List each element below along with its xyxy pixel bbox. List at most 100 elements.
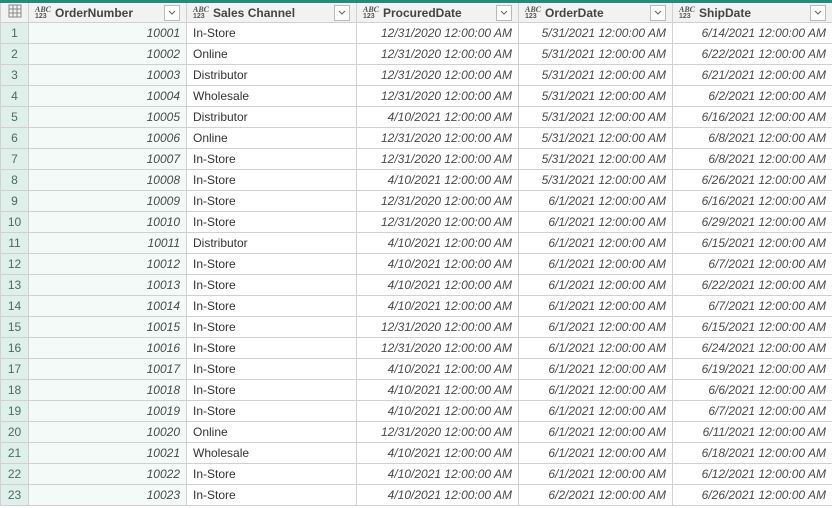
cell-shipdate[interactable]: 6/14/2021 12:00:00 AM <box>673 23 832 44</box>
cell-saleschannel[interactable]: In-Store <box>187 23 357 44</box>
table-row[interactable]: 1710017In-Store4/10/2021 12:00:00 AM6/1/… <box>1 359 832 380</box>
cell-saleschannel[interactable]: In-Store <box>187 149 357 170</box>
row-number[interactable]: 9 <box>1 191 29 212</box>
table-row[interactable]: 1310013In-Store4/10/2021 12:00:00 AM6/1/… <box>1 275 832 296</box>
cell-saleschannel[interactable]: Wholesale <box>187 86 357 107</box>
table-row[interactable]: 1110011Distributor4/10/2021 12:00:00 AM6… <box>1 233 832 254</box>
column-header-saleschannel[interactable]: ABC123 Sales Channel <box>187 2 357 23</box>
column-header-shipdate[interactable]: ABC123 ShipDate <box>673 2 832 23</box>
cell-ordernumber[interactable]: 10013 <box>29 275 187 296</box>
cell-orderdate[interactable]: 6/1/2021 12:00:00 AM <box>519 275 673 296</box>
filter-button[interactable] <box>810 5 826 21</box>
data-grid[interactable]: ABC123 OrderNumber ABC123 Sales Channel <box>0 0 832 506</box>
cell-saleschannel[interactable]: In-Store <box>187 359 357 380</box>
cell-orderdate[interactable]: 6/1/2021 12:00:00 AM <box>519 191 673 212</box>
row-number[interactable]: 13 <box>1 275 29 296</box>
cell-saleschannel[interactable]: In-Store <box>187 254 357 275</box>
cell-shipdate[interactable]: 6/26/2021 12:00:00 AM <box>673 170 832 191</box>
cell-orderdate[interactable]: 5/31/2021 12:00:00 AM <box>519 44 673 65</box>
cell-shipdate[interactable]: 6/11/2021 12:00:00 AM <box>673 422 832 443</box>
cell-procureddate[interactable]: 4/10/2021 12:00:00 AM <box>357 275 519 296</box>
cell-saleschannel[interactable]: Distributor <box>187 107 357 128</box>
cell-saleschannel[interactable]: In-Store <box>187 296 357 317</box>
cell-orderdate[interactable]: 5/31/2021 12:00:00 AM <box>519 128 673 149</box>
cell-saleschannel[interactable]: Wholesale <box>187 443 357 464</box>
cell-orderdate[interactable]: 6/1/2021 12:00:00 AM <box>519 233 673 254</box>
cell-shipdate[interactable]: 6/26/2021 12:00:00 AM <box>673 485 832 506</box>
cell-orderdate[interactable]: 6/1/2021 12:00:00 AM <box>519 422 673 443</box>
cell-orderdate[interactable]: 6/1/2021 12:00:00 AM <box>519 212 673 233</box>
cell-procureddate[interactable]: 12/31/2020 12:00:00 AM <box>357 23 519 44</box>
cell-orderdate[interactable]: 6/1/2021 12:00:00 AM <box>519 317 673 338</box>
cell-ordernumber[interactable]: 10010 <box>29 212 187 233</box>
cell-procureddate[interactable]: 4/10/2021 12:00:00 AM <box>357 170 519 191</box>
cell-ordernumber[interactable]: 10017 <box>29 359 187 380</box>
cell-procureddate[interactable]: 4/10/2021 12:00:00 AM <box>357 464 519 485</box>
row-number[interactable]: 12 <box>1 254 29 275</box>
cell-procureddate[interactable]: 12/31/2020 12:00:00 AM <box>357 44 519 65</box>
cell-saleschannel[interactable]: Distributor <box>187 233 357 254</box>
row-number[interactable]: 18 <box>1 380 29 401</box>
table-row[interactable]: 410004Wholesale12/31/2020 12:00:00 AM5/3… <box>1 86 832 107</box>
table-row[interactable]: 1510015In-Store12/31/2020 12:00:00 AM6/1… <box>1 317 832 338</box>
cell-shipdate[interactable]: 6/7/2021 12:00:00 AM <box>673 254 832 275</box>
cell-ordernumber[interactable]: 10009 <box>29 191 187 212</box>
cell-procureddate[interactable]: 12/31/2020 12:00:00 AM <box>357 317 519 338</box>
cell-procureddate[interactable]: 4/10/2021 12:00:00 AM <box>357 380 519 401</box>
cell-ordernumber[interactable]: 10021 <box>29 443 187 464</box>
cell-orderdate[interactable]: 6/1/2021 12:00:00 AM <box>519 359 673 380</box>
cell-ordernumber[interactable]: 10016 <box>29 338 187 359</box>
cell-saleschannel[interactable]: In-Store <box>187 338 357 359</box>
cell-procureddate[interactable]: 4/10/2021 12:00:00 AM <box>357 359 519 380</box>
cell-saleschannel[interactable]: In-Store <box>187 191 357 212</box>
cell-shipdate[interactable]: 6/7/2021 12:00:00 AM <box>673 296 832 317</box>
table-row[interactable]: 910009In-Store12/31/2020 12:00:00 AM6/1/… <box>1 191 832 212</box>
row-number[interactable]: 21 <box>1 443 29 464</box>
cell-ordernumber[interactable]: 10007 <box>29 149 187 170</box>
cell-shipdate[interactable]: 6/22/2021 12:00:00 AM <box>673 44 832 65</box>
cell-orderdate[interactable]: 5/31/2021 12:00:00 AM <box>519 170 673 191</box>
filter-button[interactable] <box>650 5 666 21</box>
cell-saleschannel[interactable]: Online <box>187 44 357 65</box>
cell-shipdate[interactable]: 6/22/2021 12:00:00 AM <box>673 275 832 296</box>
row-number[interactable]: 3 <box>1 65 29 86</box>
row-number[interactable]: 14 <box>1 296 29 317</box>
row-number[interactable]: 4 <box>1 86 29 107</box>
cell-orderdate[interactable]: 6/1/2021 12:00:00 AM <box>519 380 673 401</box>
row-number[interactable]: 11 <box>1 233 29 254</box>
cell-procureddate[interactable]: 4/10/2021 12:00:00 AM <box>357 254 519 275</box>
cell-procureddate[interactable]: 4/10/2021 12:00:00 AM <box>357 296 519 317</box>
row-number[interactable]: 19 <box>1 401 29 422</box>
cell-shipdate[interactable]: 6/7/2021 12:00:00 AM <box>673 401 832 422</box>
cell-orderdate[interactable]: 5/31/2021 12:00:00 AM <box>519 23 673 44</box>
cell-procureddate[interactable]: 12/31/2020 12:00:00 AM <box>357 338 519 359</box>
row-number[interactable]: 6 <box>1 128 29 149</box>
row-number[interactable]: 17 <box>1 359 29 380</box>
cell-orderdate[interactable]: 6/2/2021 12:00:00 AM <box>519 485 673 506</box>
table-row[interactable]: 1810018In-Store4/10/2021 12:00:00 AM6/1/… <box>1 380 832 401</box>
filter-button[interactable] <box>334 5 350 21</box>
cell-shipdate[interactable]: 6/8/2021 12:00:00 AM <box>673 149 832 170</box>
table-row[interactable]: 2010020Online12/31/2020 12:00:00 AM6/1/2… <box>1 422 832 443</box>
cell-procureddate[interactable]: 4/10/2021 12:00:00 AM <box>357 107 519 128</box>
cell-procureddate[interactable]: 12/31/2020 12:00:00 AM <box>357 191 519 212</box>
cell-shipdate[interactable]: 6/29/2021 12:00:00 AM <box>673 212 832 233</box>
cell-saleschannel[interactable]: In-Store <box>187 317 357 338</box>
cell-ordernumber[interactable]: 10015 <box>29 317 187 338</box>
cell-ordernumber[interactable]: 10002 <box>29 44 187 65</box>
table-row[interactable]: 110001In-Store12/31/2020 12:00:00 AM5/31… <box>1 23 832 44</box>
cell-orderdate[interactable]: 6/1/2021 12:00:00 AM <box>519 296 673 317</box>
row-number[interactable]: 7 <box>1 149 29 170</box>
cell-saleschannel[interactable]: In-Store <box>187 464 357 485</box>
cell-procureddate[interactable]: 4/10/2021 12:00:00 AM <box>357 443 519 464</box>
cell-shipdate[interactable]: 6/2/2021 12:00:00 AM <box>673 86 832 107</box>
cell-procureddate[interactable]: 4/10/2021 12:00:00 AM <box>357 233 519 254</box>
cell-procureddate[interactable]: 12/31/2020 12:00:00 AM <box>357 422 519 443</box>
table-row[interactable]: 1010010In-Store12/31/2020 12:00:00 AM6/1… <box>1 212 832 233</box>
cell-procureddate[interactable]: 12/31/2020 12:00:00 AM <box>357 128 519 149</box>
table-row[interactable]: 210002Online12/31/2020 12:00:00 AM5/31/2… <box>1 44 832 65</box>
cell-ordernumber[interactable]: 10005 <box>29 107 187 128</box>
cell-orderdate[interactable]: 6/1/2021 12:00:00 AM <box>519 443 673 464</box>
cell-saleschannel[interactable]: In-Store <box>187 275 357 296</box>
cell-orderdate[interactable]: 6/1/2021 12:00:00 AM <box>519 254 673 275</box>
